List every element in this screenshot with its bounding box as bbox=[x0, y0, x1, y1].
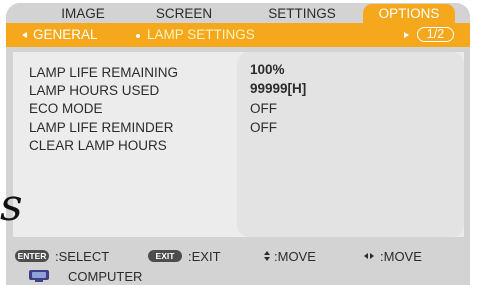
hint-exit: :EXIT bbox=[188, 249, 221, 264]
osd-menu: IMAGE SCREEN SETTINGS OPTIONS GENERAL LA… bbox=[6, 3, 470, 285]
source-bar: COMPUTER bbox=[6, 267, 470, 285]
tab-settings[interactable]: SETTINGS bbox=[253, 4, 351, 23]
row-label-eco-mode[interactable]: ECO MODE bbox=[29, 100, 103, 118]
stray-overlay-text: s bbox=[0, 180, 23, 231]
row-label-lamp-life-remaining[interactable]: LAMP LIFE REMAINING bbox=[29, 64, 178, 82]
row-value-eco-mode[interactable]: OFF bbox=[250, 100, 277, 118]
tab-screen[interactable]: SCREEN bbox=[144, 4, 224, 23]
monitor-icon bbox=[29, 270, 49, 282]
row-label-clear-lamp-hours[interactable]: CLEAR LAMP HOURS bbox=[29, 137, 167, 155]
bullet-icon bbox=[136, 34, 140, 38]
subtab-general[interactable]: GENERAL bbox=[33, 27, 98, 43]
hint-move-horizontal: :MOVE bbox=[380, 249, 422, 264]
arrow-right-icon[interactable] bbox=[404, 32, 409, 38]
subtab-lamp-settings[interactable]: LAMP SETTINGS bbox=[147, 27, 255, 43]
hint-select: :SELECT bbox=[55, 249, 110, 264]
input-source-label: COMPUTER bbox=[68, 269, 143, 284]
tab-options[interactable]: OPTIONS bbox=[363, 4, 455, 23]
hint-move-vertical: :MOVE bbox=[274, 249, 316, 264]
tab-image[interactable]: IMAGE bbox=[48, 4, 118, 23]
page-indicator: 1/2 bbox=[417, 27, 454, 42]
arrow-left-icon[interactable] bbox=[22, 32, 27, 38]
main-tab-bar: IMAGE SCREEN SETTINGS OPTIONS bbox=[6, 3, 470, 23]
row-label-lamp-life-reminder[interactable]: LAMP LIFE REMINDER bbox=[29, 119, 174, 137]
enter-key-icon: ENTER bbox=[15, 250, 49, 262]
hint-bar: ENTER :SELECT EXIT :EXIT :MOVE :MOVE bbox=[6, 246, 470, 266]
row-value-lamp-life-reminder[interactable]: OFF bbox=[250, 119, 277, 137]
row-label-lamp-hours-used[interactable]: LAMP HOURS USED bbox=[29, 82, 159, 100]
sub-tab-bar: GENERAL LAMP SETTINGS 1/2 bbox=[6, 23, 470, 47]
row-value-lamp-life-remaining: 100% bbox=[250, 62, 285, 77]
row-value-lamp-hours-used: 99999[H] bbox=[250, 81, 307, 96]
exit-key-icon: EXIT bbox=[148, 250, 182, 262]
